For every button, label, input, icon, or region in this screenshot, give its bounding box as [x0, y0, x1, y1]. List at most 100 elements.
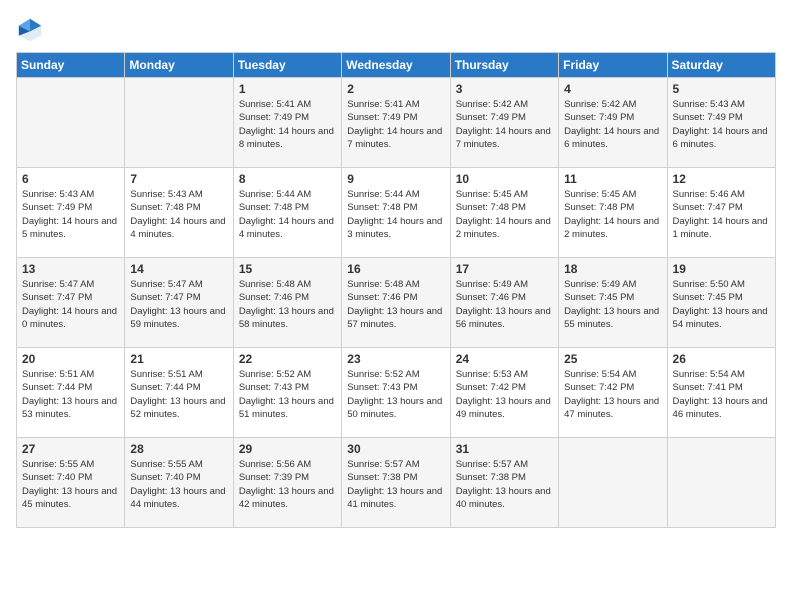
day-info: Sunrise: 5:43 AM Sunset: 7:48 PM Dayligh…: [130, 188, 227, 241]
calendar-week-3: 13 Sunrise: 5:47 AM Sunset: 7:47 PM Dayli…: [17, 258, 776, 348]
calendar-cell: 9 Sunrise: 5:44 AM Sunset: 7:48 PM Daylig…: [342, 168, 450, 258]
calendar-cell: [559, 438, 667, 528]
calendar-cell: 24Sunrise: 5:53 AM Sunset: 7:42 PM Dayli…: [450, 348, 558, 438]
day-info: Sunrise: 5:45 AM Sunset: 7:48 PM Dayligh…: [456, 188, 553, 241]
calendar-cell: 20 Sunrise: 5:51 AM Sunset: 7:44 PM Dayli…: [17, 348, 125, 438]
calendar-cell: 15Sunrise: 5:48 AM Sunset: 7:46 PM Dayli…: [233, 258, 341, 348]
day-number: 27: [22, 442, 119, 456]
day-number: 5: [673, 82, 770, 96]
day-number: 30: [347, 442, 444, 456]
day-info: Sunrise: 5:57 AM Sunset: 7:38 PM Dayligh…: [347, 458, 444, 511]
day-number: 14: [130, 262, 227, 276]
calendar-cell: 14 Sunrise: 5:47 AM Sunset: 7:47 PM Dayli…: [125, 258, 233, 348]
calendar-cell: 28 Sunrise: 5:55 AM Sunset: 7:40 PM Dayli…: [125, 438, 233, 528]
day-info: Sunrise: 5:50 AM Sunset: 7:45 PM Dayligh…: [673, 278, 770, 331]
calendar-cell: 27Sunrise: 5:55 AM Sunset: 7:40 PM Dayli…: [17, 438, 125, 528]
day-number: 6: [22, 172, 119, 186]
calendar-cell: 7 Sunrise: 5:43 AM Sunset: 7:48 PM Daylig…: [125, 168, 233, 258]
day-number: 16: [347, 262, 444, 276]
calendar-body: 1 Sunrise: 5:41 AM Sunset: 7:49 PM Daylig…: [17, 78, 776, 528]
calendar-table: SundayMondayTuesdayWednesdayThursdayFrid…: [16, 52, 776, 528]
calendar-cell: 5 Sunrise: 5:43 AM Sunset: 7:49 PM Daylig…: [667, 78, 775, 168]
weekday-header-wednesday: Wednesday: [342, 53, 450, 78]
day-info: Sunrise: 5:45 AM Sunset: 7:48 PM Dayligh…: [564, 188, 661, 241]
day-info: Sunrise: 5:51 AM Sunset: 7:44 PM Dayligh…: [22, 368, 119, 421]
day-number: 1: [239, 82, 336, 96]
day-number: 31: [456, 442, 553, 456]
logo-icon: [16, 16, 44, 44]
day-number: 20: [22, 352, 119, 366]
day-number: 3: [456, 82, 553, 96]
day-number: 4: [564, 82, 661, 96]
calendar-cell: 29 Sunrise: 5:56 AM Sunset: 7:39 PM Dayli…: [233, 438, 341, 528]
calendar-cell: 11 Sunrise: 5:45 AM Sunset: 7:48 PM Dayli…: [559, 168, 667, 258]
day-number: 23: [347, 352, 444, 366]
logo: [16, 16, 48, 44]
calendar-cell: 23Sunrise: 5:52 AM Sunset: 7:43 PM Dayli…: [342, 348, 450, 438]
calendar-cell: 22 Sunrise: 5:52 AM Sunset: 7:43 PM Dayli…: [233, 348, 341, 438]
day-info: Sunrise: 5:47 AM Sunset: 7:47 PM Dayligh…: [22, 278, 119, 331]
day-info: Sunrise: 5:43 AM Sunset: 7:49 PM Dayligh…: [673, 98, 770, 151]
calendar-cell: 10Sunrise: 5:45 AM Sunset: 7:48 PM Dayli…: [450, 168, 558, 258]
day-info: Sunrise: 5:49 AM Sunset: 7:45 PM Dayligh…: [564, 278, 661, 331]
day-number: 24: [456, 352, 553, 366]
day-info: Sunrise: 5:41 AM Sunset: 7:49 PM Dayligh…: [239, 98, 336, 151]
day-number: 15: [239, 262, 336, 276]
day-info: Sunrise: 5:43 AM Sunset: 7:49 PM Dayligh…: [22, 188, 119, 241]
day-info: Sunrise: 5:44 AM Sunset: 7:48 PM Dayligh…: [347, 188, 444, 241]
day-number: 11: [564, 172, 661, 186]
day-number: 26: [673, 352, 770, 366]
day-info: Sunrise: 5:57 AM Sunset: 7:38 PM Dayligh…: [456, 458, 553, 511]
weekday-row: SundayMondayTuesdayWednesdayThursdayFrid…: [17, 53, 776, 78]
day-number: 21: [130, 352, 227, 366]
day-info: Sunrise: 5:48 AM Sunset: 7:46 PM Dayligh…: [347, 278, 444, 331]
calendar-week-2: 6 Sunrise: 5:43 AM Sunset: 7:49 PM Daylig…: [17, 168, 776, 258]
day-number: 2: [347, 82, 444, 96]
weekday-header-saturday: Saturday: [667, 53, 775, 78]
calendar-cell: 25Sunrise: 5:54 AM Sunset: 7:42 PM Dayli…: [559, 348, 667, 438]
day-info: Sunrise: 5:51 AM Sunset: 7:44 PM Dayligh…: [130, 368, 227, 421]
calendar-cell: 19Sunrise: 5:50 AM Sunset: 7:45 PM Dayli…: [667, 258, 775, 348]
calendar-cell: 3 Sunrise: 5:42 AM Sunset: 7:49 PM Daylig…: [450, 78, 558, 168]
calendar-cell: [667, 438, 775, 528]
day-info: Sunrise: 5:55 AM Sunset: 7:40 PM Dayligh…: [130, 458, 227, 511]
calendar-cell: 21 Sunrise: 5:51 AM Sunset: 7:44 PM Dayli…: [125, 348, 233, 438]
day-info: Sunrise: 5:52 AM Sunset: 7:43 PM Dayligh…: [239, 368, 336, 421]
calendar-cell: 12 Sunrise: 5:46 AM Sunset: 7:47 PM Dayli…: [667, 168, 775, 258]
day-number: 12: [673, 172, 770, 186]
day-info: Sunrise: 5:46 AM Sunset: 7:47 PM Dayligh…: [673, 188, 770, 241]
calendar-week-5: 27 Sunrise: 5:55 AM Sunset: 7:40 PM Dayli…: [17, 438, 776, 528]
calendar-cell: [125, 78, 233, 168]
calendar-cell: 4 Sunrise: 5:42 AM Sunset: 7:49 PM Daylig…: [559, 78, 667, 168]
calendar-week-4: 20 Sunrise: 5:51 AM Sunset: 7:44 PM Dayli…: [17, 348, 776, 438]
day-number: 22: [239, 352, 336, 366]
day-number: 28: [130, 442, 227, 456]
day-number: 7: [130, 172, 227, 186]
day-number: 18: [564, 262, 661, 276]
day-info: Sunrise: 5:56 AM Sunset: 7:39 PM Dayligh…: [239, 458, 336, 511]
day-info: Sunrise: 5:44 AM Sunset: 7:48 PM Dayligh…: [239, 188, 336, 241]
calendar-cell: 16 Sunrise: 5:48 AM Sunset: 7:46 PM Dayli…: [342, 258, 450, 348]
weekday-header-monday: Monday: [125, 53, 233, 78]
calendar-cell: 30 Sunrise: 5:57 AM Sunset: 7:38 PM Dayli…: [342, 438, 450, 528]
weekday-header-thursday: Thursday: [450, 53, 558, 78]
day-info: Sunrise: 5:49 AM Sunset: 7:46 PM Dayligh…: [456, 278, 553, 331]
calendar-week-1: 1 Sunrise: 5:41 AM Sunset: 7:49 PM Daylig…: [17, 78, 776, 168]
day-info: Sunrise: 5:54 AM Sunset: 7:41 PM Dayligh…: [673, 368, 770, 421]
day-number: 13: [22, 262, 119, 276]
day-number: 17: [456, 262, 553, 276]
calendar-cell: 13 Sunrise: 5:47 AM Sunset: 7:47 PM Dayli…: [17, 258, 125, 348]
calendar-cell: 26 Sunrise: 5:54 AM Sunset: 7:41 PM Dayli…: [667, 348, 775, 438]
calendar-cell: 6 Sunrise: 5:43 AM Sunset: 7:49 PM Daylig…: [17, 168, 125, 258]
day-number: 9: [347, 172, 444, 186]
day-info: Sunrise: 5:47 AM Sunset: 7:47 PM Dayligh…: [130, 278, 227, 331]
calendar-cell: 18 Sunrise: 5:49 AM Sunset: 7:45 PM Dayli…: [559, 258, 667, 348]
day-number: 25: [564, 352, 661, 366]
day-number: 29: [239, 442, 336, 456]
page-header: [16, 16, 776, 44]
calendar-cell: [17, 78, 125, 168]
day-info: Sunrise: 5:41 AM Sunset: 7:49 PM Dayligh…: [347, 98, 444, 151]
day-info: Sunrise: 5:42 AM Sunset: 7:49 PM Dayligh…: [564, 98, 661, 151]
day-info: Sunrise: 5:42 AM Sunset: 7:49 PM Dayligh…: [456, 98, 553, 151]
calendar-cell: 31 Sunrise: 5:57 AM Sunset: 7:38 PM Dayli…: [450, 438, 558, 528]
